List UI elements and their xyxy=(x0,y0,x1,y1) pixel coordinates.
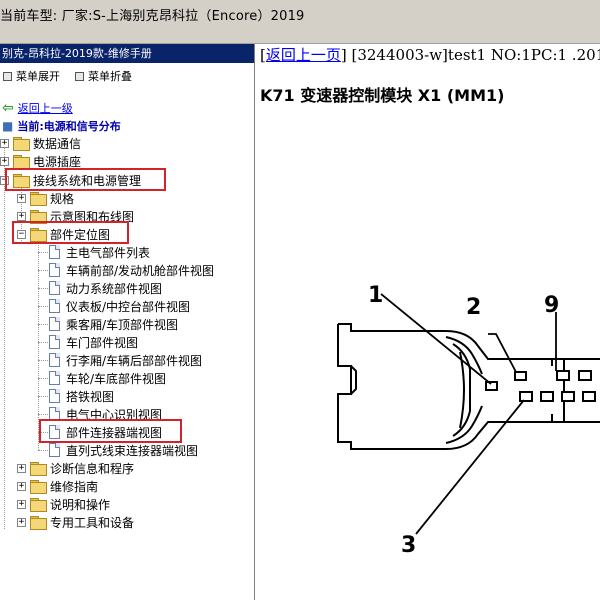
pin-5 xyxy=(561,391,575,402)
tree-view: ⇦ 返回上一级 ■ 当前:电源和信号分布 + 数据通信 + 电源插座 − 接线系… xyxy=(0,44,254,600)
folder-icon xyxy=(30,516,47,530)
document-icon xyxy=(49,353,60,367)
callout-9: 9 xyxy=(544,293,559,318)
document-title: K71 变速器控制模块 X1 (MM1) xyxy=(260,86,505,105)
expand-plus-icon[interactable]: + xyxy=(17,211,26,221)
tree-item-label: 说明和操作 xyxy=(50,497,111,512)
highlight-box-component-locator xyxy=(12,221,129,244)
tree-item-label: 车轮/车底部件视图 xyxy=(66,371,167,386)
tree-item-label: 维修指南 xyxy=(50,479,99,494)
document-ref: ] [3244003-w]test1 NO:1PC:1 .201651 xyxy=(340,46,600,64)
pin-2 xyxy=(514,371,527,381)
tree-doc-item[interactable]: 动力系统部件视图 xyxy=(49,279,162,297)
document-icon xyxy=(49,443,60,457)
prev-page-link[interactable]: 返回上一页 xyxy=(266,46,341,64)
connector-housing xyxy=(337,323,600,450)
tree-doc-item[interactable]: 直列式线束连接器端视图 xyxy=(49,441,198,459)
tree-doc-item[interactable]: 行李厢/车辆后部部件视图 xyxy=(49,351,202,369)
expand-plus-icon[interactable]: + xyxy=(17,517,26,527)
tree-item-label: 行李厢/车辆后部部件视图 xyxy=(66,353,203,368)
callout-labels: 1 2 9 3 xyxy=(368,283,559,558)
pin-3 xyxy=(519,391,533,402)
expand-plus-icon[interactable]: + xyxy=(17,499,26,509)
callout-1: 1 xyxy=(368,283,383,308)
tree-doc-item[interactable]: 仪表板/中控台部件视图 xyxy=(49,297,190,315)
tree-item-label: 规格 xyxy=(50,191,75,206)
folder-icon xyxy=(30,462,47,476)
document-icon xyxy=(49,371,60,385)
tree-item-label: 电源插座 xyxy=(33,154,82,169)
expand-plus-icon[interactable]: + xyxy=(0,138,9,148)
document-icon xyxy=(49,245,60,259)
tree-doc-item[interactable]: 乘客厢/车顶部件视图 xyxy=(49,315,178,333)
tree-doc-item[interactable]: 主电气部件列表 xyxy=(49,243,150,261)
tree-item-label: 仪表板/中控台部件视图 xyxy=(66,299,191,314)
tree-item-label: 主电气部件列表 xyxy=(66,245,151,260)
pin-9b xyxy=(578,370,592,381)
tree-item-label: 动力系统部件视图 xyxy=(66,281,163,296)
content-pane: [返回上一页] [3244003-w]test1 NO:1PC:1 .20165… xyxy=(256,44,600,600)
connector-pins xyxy=(485,370,596,402)
callout-3: 3 xyxy=(401,533,416,558)
document-nav: [返回上一页] [3244003-w]test1 NO:1PC:1 .20165… xyxy=(260,44,600,65)
window-title: 当前车型: 厂家:S-上海别克昂科拉（Encore）2019 xyxy=(0,9,305,24)
pin-4 xyxy=(540,391,554,402)
document-icon xyxy=(49,263,60,277)
document-icon xyxy=(49,299,60,313)
callout-2: 2 xyxy=(466,295,481,320)
expand-plus-icon[interactable]: + xyxy=(17,463,26,473)
document-icon xyxy=(49,317,60,331)
connector-diagram: 1 2 9 3 xyxy=(337,283,600,558)
document-icon xyxy=(49,389,60,403)
pin-1 xyxy=(485,381,498,391)
folder-icon xyxy=(13,155,30,169)
tree-item-label: 数据通信 xyxy=(33,136,82,151)
document-icon xyxy=(49,335,60,349)
tree-item-label: 乘客厢/车顶部件视图 xyxy=(66,317,179,332)
folder-icon xyxy=(13,137,30,151)
back-arrow-icon: ⇦ xyxy=(2,100,14,116)
tree-item-spec[interactable]: + 规格 xyxy=(17,189,74,207)
pin-9 xyxy=(556,370,570,381)
tree-item-label: 车辆前部/发动机舱部件视图 xyxy=(66,263,215,278)
expand-plus-icon[interactable]: + xyxy=(0,156,9,166)
tree-item-label: 专用工具和设备 xyxy=(50,515,135,530)
expand-plus-icon[interactable]: + xyxy=(17,193,26,203)
expand-plus-icon[interactable]: + xyxy=(17,481,26,491)
tree-doc-item[interactable]: 车辆前部/发动机舱部件视图 xyxy=(49,261,214,279)
tree-item-data-comm[interactable]: + 数据通信 xyxy=(0,134,81,152)
tree-item-label: 诊断信息和程序 xyxy=(50,461,135,476)
tree-item-label: 车门部件视图 xyxy=(66,335,139,350)
tree-doc-item[interactable]: 车门部件视图 xyxy=(49,333,138,351)
tree-item-special-tools[interactable]: + 专用工具和设备 xyxy=(17,513,134,531)
tree-doc-item[interactable]: 车轮/车底部件视图 xyxy=(49,369,166,387)
folder-icon xyxy=(30,480,47,494)
back-link[interactable]: ⇦ 返回上一级 xyxy=(2,99,73,117)
current-page-icon: ■ xyxy=(2,119,14,133)
tree-item-repair-guide[interactable]: + 维修指南 xyxy=(17,477,98,495)
tree-doc-item[interactable]: 搭铁视图 xyxy=(49,387,114,405)
pin-6 xyxy=(582,391,596,402)
current-location-label: 当前:电源和信号分布 xyxy=(17,120,121,133)
document-icon xyxy=(49,281,60,295)
highlight-box-wiring-power xyxy=(5,168,166,191)
folder-icon xyxy=(30,192,47,206)
highlight-box-connector-end-view xyxy=(39,419,182,443)
tree-item-description[interactable]: + 说明和操作 xyxy=(17,495,110,513)
navigation-pane: 别克-昂科拉-2019款-维修手册 菜单展开 菜单折叠 ⇦ 返回上一级 ■ 当前… xyxy=(0,44,255,600)
current-location: ■ 当前:电源和信号分布 xyxy=(2,117,121,135)
folder-icon xyxy=(30,498,47,512)
tree-item-diagnostics[interactable]: + 诊断信息和程序 xyxy=(17,459,134,477)
back-link-label: 返回上一级 xyxy=(17,102,73,115)
tree-item-label: 搭铁视图 xyxy=(66,389,115,404)
window-titlebar: 当前车型: 厂家:S-上海别克昂科拉（Encore）2019 xyxy=(0,0,600,44)
tree-item-label: 直列式线束连接器端视图 xyxy=(66,443,199,458)
